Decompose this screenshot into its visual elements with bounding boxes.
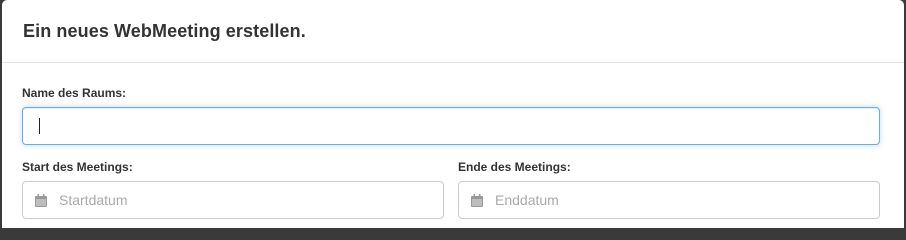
dialog-title: Ein neues WebMeeting erstellen. xyxy=(23,20,306,41)
end-date-placeholder: Enddatum xyxy=(495,192,559,208)
calendar-icon xyxy=(471,193,483,207)
calendar-icon xyxy=(35,193,47,207)
start-date-placeholder: Startdatum xyxy=(59,192,128,208)
end-date-input[interactable]: Enddatum xyxy=(458,181,880,219)
text-cursor xyxy=(39,118,40,134)
start-date-input[interactable]: Startdatum xyxy=(22,181,444,219)
end-date-label: Ende des Meetings: xyxy=(458,160,571,174)
room-name-label: Name des Raums: xyxy=(22,86,127,100)
start-date-label: Start des Meetings: xyxy=(22,160,133,174)
room-name-input[interactable] xyxy=(22,107,880,145)
dialog-header: Ein neues WebMeeting erstellen. xyxy=(2,0,904,63)
